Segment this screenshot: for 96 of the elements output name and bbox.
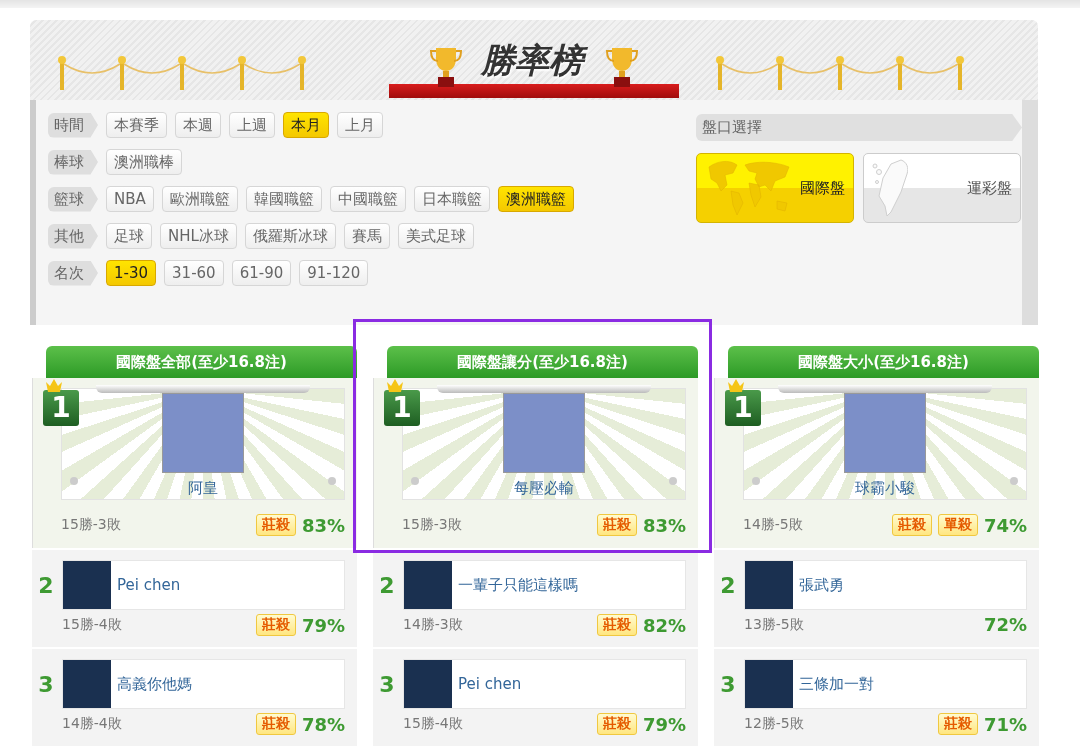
- win-loss-record: 14勝-3敗: [403, 616, 463, 634]
- user-name[interactable]: 一輩子只能這樣嗎: [458, 575, 578, 595]
- filter-label: 棒球: [48, 149, 98, 175]
- win-rate: 71%: [983, 713, 1027, 735]
- win-loss-record: 13勝-5敗: [744, 615, 804, 634]
- rank-badge: 1: [725, 390, 761, 426]
- trophy-icon: [605, 46, 639, 88]
- banner-title: 勝率榜: [477, 38, 591, 88]
- rank-badge: 1: [43, 390, 79, 426]
- avatar-placeholder: [745, 561, 793, 609]
- user-name[interactable]: 每壓必輸: [514, 479, 574, 498]
- user-name[interactable]: 球霸小駿: [855, 479, 915, 498]
- filter-label: 名次: [48, 260, 98, 286]
- filter-option[interactable]: 上月: [337, 112, 383, 138]
- filter-label: 其他: [48, 223, 98, 249]
- tag-label: 莊殺: [255, 614, 296, 636]
- win-loss-record: 14勝-4敗: [62, 715, 122, 733]
- filter-option[interactable]: 本月: [283, 112, 329, 138]
- pin-icon: [1010, 477, 1018, 485]
- column-header: 國際盤大小(至少16.8注): [728, 346, 1039, 378]
- crown-icon: [45, 378, 63, 392]
- win-loss-record: 15勝-3敗: [61, 516, 121, 534]
- column-header: 國際盤讓分(至少16.8注): [387, 346, 698, 378]
- tag-label: 莊殺: [891, 514, 932, 536]
- filter-option[interactable]: 足球: [106, 223, 152, 249]
- filter-option[interactable]: 91-120: [299, 260, 369, 286]
- win-rate: 74%: [983, 514, 1027, 536]
- win-rate: 82%: [642, 614, 686, 636]
- trophy-icon: [429, 46, 463, 88]
- filter-option[interactable]: 上週: [229, 112, 275, 138]
- island-map-icon: [872, 159, 908, 217]
- rank-number: 2: [720, 572, 736, 598]
- filter-option[interactable]: 韓國職籃: [245, 186, 322, 212]
- filter-option[interactable]: 日本職籃: [413, 186, 490, 212]
- filter-option[interactable]: 澳洲職籃: [497, 186, 574, 212]
- filter-option[interactable]: 歐洲職籃: [161, 186, 238, 212]
- rank-number: 2: [38, 572, 54, 598]
- tag-label: 莊殺: [596, 713, 637, 735]
- avatar-placeholder: [404, 660, 452, 708]
- filter-option[interactable]: 61-90: [231, 260, 292, 286]
- filter-label: 時間: [48, 112, 98, 138]
- filter-option[interactable]: NBA: [106, 186, 154, 212]
- rank-number: 3: [38, 671, 54, 697]
- avatar-placeholder: [63, 660, 111, 708]
- filter-option[interactable]: 澳洲職棒: [106, 149, 182, 175]
- rank-badge: 1: [384, 390, 420, 426]
- tag-label: 莊殺: [255, 514, 296, 536]
- user-name[interactable]: Pei chen: [458, 675, 522, 693]
- win-loss-record: 15勝-4敗: [403, 715, 463, 733]
- market-option[interactable]: 運彩盤: [863, 153, 1021, 223]
- rank-number: 2: [379, 572, 395, 598]
- win-rate: 72%: [983, 614, 1027, 635]
- tag-label: 莊殺: [596, 514, 637, 536]
- tag-label: 單殺: [937, 514, 978, 536]
- win-loss-record: 14勝-5敗: [743, 516, 803, 534]
- pin-icon: [752, 477, 760, 485]
- user-name[interactable]: 阿皇: [188, 479, 218, 498]
- filter-label: 籃球: [48, 186, 98, 212]
- rank-number: 3: [379, 671, 395, 697]
- tag-label: 莊殺: [596, 614, 637, 636]
- win-loss-record: 15勝-4敗: [62, 616, 122, 634]
- crown-icon: [386, 378, 404, 392]
- tag-label: 莊殺: [937, 713, 978, 735]
- pin-icon: [411, 477, 419, 485]
- filter-option[interactable]: 中國職籃: [329, 186, 406, 212]
- pin-icon: [669, 477, 677, 485]
- avatar-placeholder: [63, 561, 111, 609]
- crown-icon: [727, 378, 745, 392]
- avatar-placeholder: [745, 660, 793, 708]
- rank-number: 3: [720, 671, 736, 697]
- market-option[interactable]: 國際盤: [696, 153, 854, 223]
- win-loss-record: 12勝-5敗: [744, 715, 804, 733]
- win-rate: 83%: [642, 514, 686, 536]
- filter-option[interactable]: 31-60: [164, 260, 224, 286]
- filter-option[interactable]: 賽馬: [343, 223, 390, 249]
- filter-option[interactable]: 本賽季: [106, 112, 167, 138]
- win-rate: 79%: [301, 614, 345, 636]
- win-rate: 78%: [301, 713, 345, 735]
- user-name[interactable]: 三條加一對: [799, 674, 874, 694]
- filter-option[interactable]: 美式足球: [397, 223, 474, 249]
- pin-icon: [70, 477, 78, 485]
- user-name[interactable]: Pei chen: [117, 576, 181, 594]
- column-header: 國際盤全部(至少16.8注): [46, 346, 357, 378]
- pin-icon: [328, 477, 336, 485]
- filter-option[interactable]: 俄羅斯冰球: [244, 223, 336, 249]
- win-loss-record: 15勝-3敗: [402, 516, 462, 534]
- user-name[interactable]: 高義你他媽: [117, 674, 192, 694]
- avatar-placeholder: [404, 561, 452, 609]
- market-label: 盤口選擇: [696, 114, 1022, 141]
- user-name[interactable]: 張武勇: [799, 575, 844, 595]
- filter-option[interactable]: NHL冰球: [160, 223, 237, 249]
- filter-option[interactable]: 本週: [175, 112, 221, 138]
- filter-option[interactable]: 1-30: [106, 260, 157, 286]
- win-rate: 79%: [642, 713, 686, 735]
- tag-label: 莊殺: [255, 713, 296, 735]
- win-rate: 83%: [301, 514, 345, 536]
